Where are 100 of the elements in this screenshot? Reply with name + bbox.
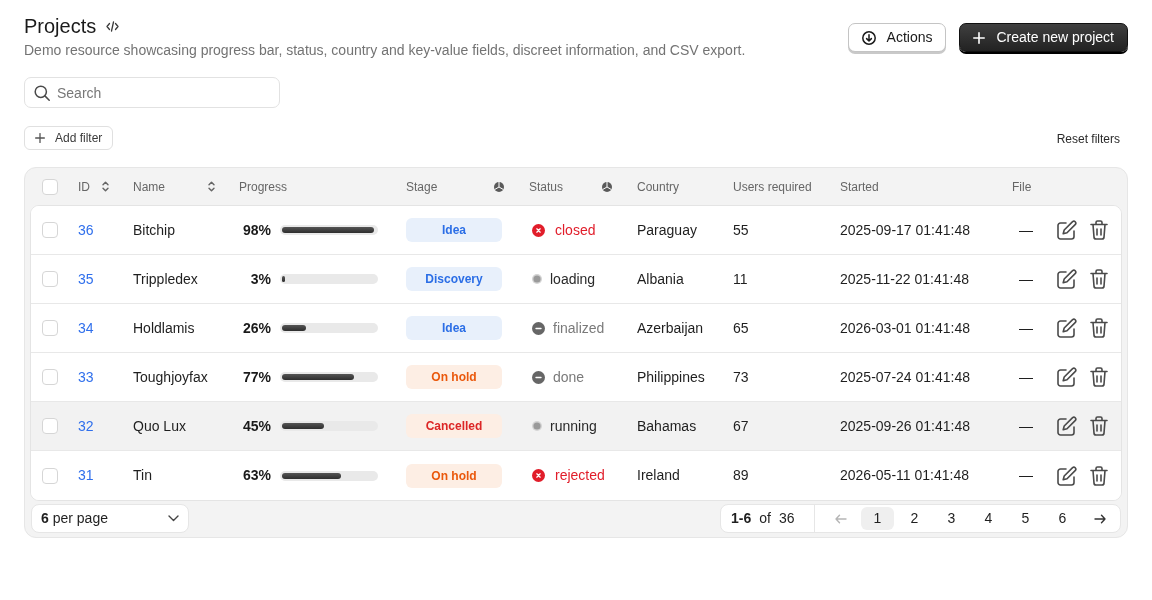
edit-icon — [1057, 416, 1077, 436]
stage-badge: Idea — [406, 316, 502, 340]
add-filter-button[interactable]: Add filter — [24, 126, 114, 150]
country-name: Philippines — [637, 367, 705, 387]
total-count: 36 — [778, 509, 795, 528]
delete-button[interactable] — [1090, 220, 1108, 240]
error-icon — [532, 223, 545, 237]
column-header: Progress — [239, 178, 288, 196]
progress-value: 26% — [241, 318, 271, 338]
stage-badge: Discovery — [406, 267, 502, 291]
edit-button[interactable] — [1057, 367, 1077, 387]
delete-button[interactable] — [1090, 367, 1108, 387]
status-dot-icon — [532, 274, 542, 284]
file-value: — — [1019, 367, 1033, 387]
users-required-value: 55 — [733, 220, 749, 240]
column-header[interactable]: Stage — [406, 177, 438, 196]
edit-icon — [1057, 269, 1077, 289]
table-row[interactable]: 32 Quo Lux 45% Cancelled running Bahamas 67 2025-09-26 01:41:48 — — [31, 402, 1121, 451]
delete-button[interactable] — [1090, 416, 1108, 436]
country-name: Ireland — [637, 466, 680, 485]
column-header: Users required — [733, 178, 812, 196]
project-name: Bitchip — [133, 220, 176, 240]
status-label: running — [550, 416, 597, 436]
start-date: 2025-07-24 01:41:48 — [840, 367, 970, 387]
project-id-link[interactable]: 35 — [78, 268, 94, 290]
page-title: Projects — [24, 14, 97, 39]
start-date: 2025-11-22 01:41:48 — [840, 269, 969, 289]
search-icon — [34, 85, 50, 101]
page-range: 1-6 — [731, 509, 752, 528]
edit-button[interactable] — [1057, 465, 1077, 486]
start-date: 2025-09-26 01:41:48 — [840, 416, 970, 436]
country-name: Azerbaijan — [637, 318, 704, 338]
file-value: — — [1019, 416, 1033, 436]
edit-icon — [1057, 465, 1077, 486]
checkbox[interactable] — [42, 467, 58, 484]
column-header[interactable]: ID — [78, 177, 90, 196]
project-id-link[interactable]: 33 — [78, 366, 94, 388]
country-name: Albania — [637, 269, 684, 289]
project-id-link[interactable]: 32 — [78, 415, 94, 437]
checkbox[interactable] — [42, 222, 58, 238]
file-value: — — [1019, 466, 1033, 485]
trash-icon — [1090, 318, 1108, 338]
stage-badge: Cancelled — [406, 414, 502, 438]
pie-chart-icon[interactable] — [602, 181, 612, 192]
trash-icon — [1090, 269, 1108, 289]
sort-icon[interactable] — [208, 181, 215, 192]
users-required-value: 89 — [733, 466, 749, 485]
table-row[interactable]: 36 Bitchip 98% Idea closed Paraguay 55 2025-09-17 01:41:48 — — [31, 206, 1121, 255]
column-header[interactable]: Name — [133, 177, 165, 196]
actions-button[interactable]: Actions — [847, 23, 947, 52]
checkbox[interactable] — [42, 178, 58, 195]
page-button[interactable]: 1 — [861, 507, 894, 530]
delete-button[interactable] — [1090, 269, 1108, 289]
trash-icon — [1090, 220, 1108, 240]
status-label: loading — [550, 269, 596, 289]
status-label: rejected — [555, 466, 605, 485]
column-header: Country — [637, 178, 680, 196]
checkbox[interactable] — [42, 271, 58, 287]
pie-chart-icon[interactable] — [494, 181, 504, 192]
file-value: — — [1019, 269, 1033, 289]
project-name: Quo Lux — [133, 416, 186, 436]
plus-icon — [973, 31, 986, 44]
column-header[interactable]: Status — [529, 177, 564, 196]
edit-button[interactable] — [1057, 318, 1077, 338]
edit-button[interactable] — [1057, 416, 1077, 436]
progress-value: 3% — [249, 269, 271, 289]
plus-icon — [35, 133, 45, 143]
reset-filters-button[interactable]: Reset filters — [1056, 130, 1120, 148]
code-icon[interactable] — [106, 20, 120, 32]
checkbox[interactable] — [42, 369, 58, 385]
stage-badge: On hold — [406, 463, 502, 488]
file-value: — — [1019, 318, 1033, 338]
status-label: closed — [555, 220, 596, 240]
delete-button[interactable] — [1090, 465, 1108, 486]
users-required-value: 73 — [733, 367, 749, 387]
stage-badge: On hold — [406, 365, 502, 389]
checkbox[interactable] — [42, 320, 58, 336]
project-id-link[interactable]: 31 — [78, 465, 94, 486]
delete-button[interactable] — [1090, 318, 1108, 338]
column-header: Started — [840, 178, 879, 196]
sort-icon[interactable] — [102, 181, 109, 192]
project-id-link[interactable]: 36 — [78, 219, 94, 241]
status-label: finalized — [553, 318, 605, 338]
edit-button[interactable] — [1057, 220, 1077, 240]
create-project-button[interactable]: Create new project — [959, 23, 1128, 52]
start-date: 2026-05-11 01:41:48 — [840, 466, 969, 485]
minus-circle-icon — [532, 321, 545, 335]
per-page-select[interactable]: 6 per page — [31, 504, 189, 533]
edit-icon — [1057, 318, 1077, 338]
project-name: Holdlamis — [133, 318, 195, 338]
trash-icon — [1090, 367, 1108, 387]
checkbox[interactable] — [42, 418, 58, 434]
edit-button[interactable] — [1057, 269, 1077, 289]
of-label: of — [759, 509, 771, 528]
project-name: Tin — [133, 466, 152, 485]
search-field[interactable]: Search — [24, 77, 280, 108]
trash-icon — [1090, 416, 1108, 436]
project-id-link[interactable]: 34 — [78, 317, 94, 339]
country-name: Bahamas — [637, 416, 697, 436]
project-name: Toughjoyfax — [133, 367, 208, 387]
